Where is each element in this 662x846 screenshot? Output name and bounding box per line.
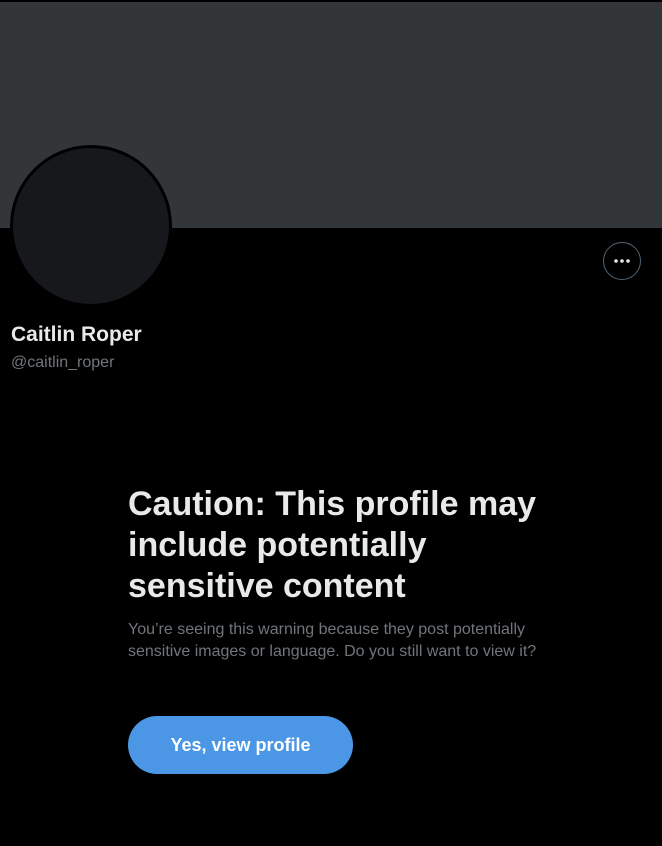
top-divider [0,0,662,2]
profile-handle: @caitlin_roper [11,354,115,371]
sensitive-content-warning: Caution: This profile may include potent… [128,484,548,663]
warning-title: Caution: This profile may include potent… [128,485,537,605]
avatar[interactable] [10,145,172,307]
view-profile-button[interactable]: Yes, view profile [128,716,353,774]
warning-description: You’re seeing this warning because they … [128,621,537,660]
more-options-button[interactable] [603,242,641,280]
profile-display-name: Caitlin Roper [11,323,142,346]
more-horizontal-icon [614,259,630,263]
profile-page: Caitlin Roper @caitlin_roper Caution: Th… [0,0,662,846]
